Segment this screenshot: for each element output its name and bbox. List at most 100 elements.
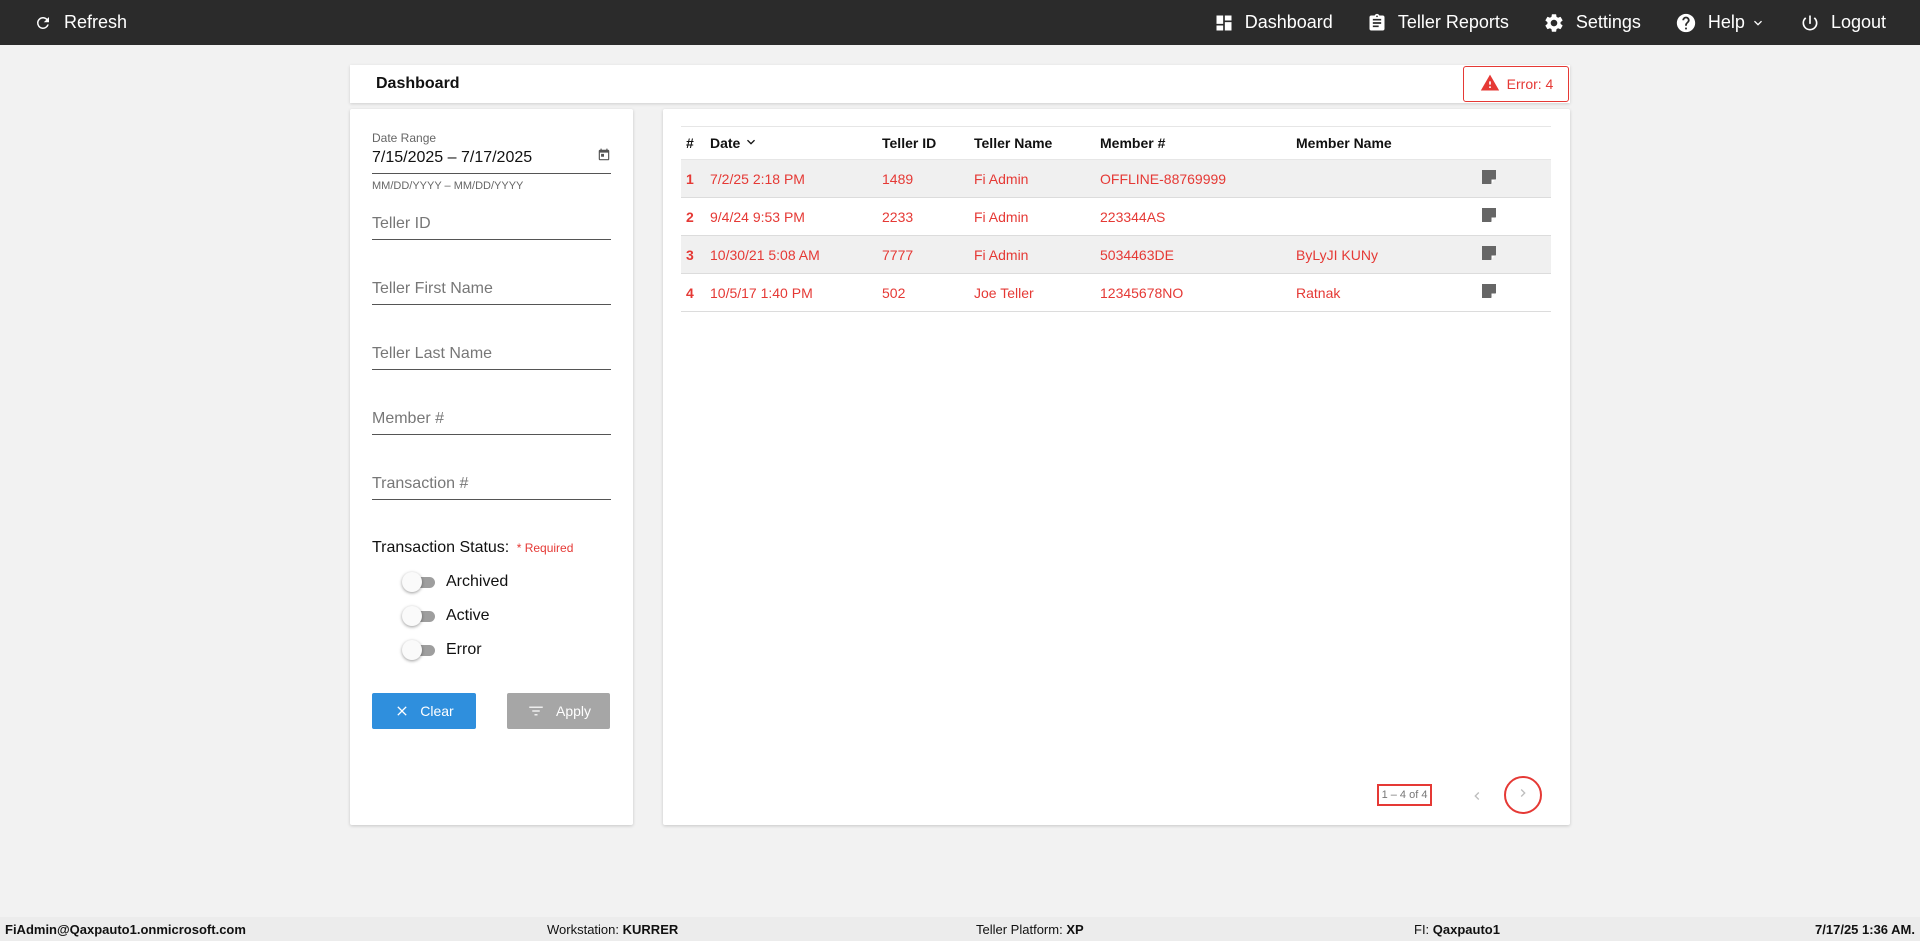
teller-last-name-input[interactable] — [372, 345, 611, 363]
date-range-label: Date Range — [372, 131, 437, 145]
table-row[interactable]: 4 10/5/17 1:40 PM 502 Joe Teller 1234567… — [681, 273, 1551, 312]
error-count-button[interactable]: Error: 4 — [1463, 66, 1569, 102]
top-navigation-bar: Refresh Dashboard Teller Reports Setting… — [0, 0, 1920, 45]
teller-last-name-field[interactable] — [372, 338, 611, 370]
column-header-teller-name[interactable]: Teller Name — [974, 126, 1100, 160]
row-member-number: OFFLINE-88769999 — [1100, 159, 1296, 198]
row-teller-name: Fi Admin — [974, 235, 1100, 274]
chevron-left-icon — [1469, 792, 1485, 809]
clear-label: Clear — [420, 703, 454, 719]
chevron-right-icon — [1515, 784, 1531, 807]
page-title: Dashboard — [376, 75, 460, 92]
row-member-number: 12345678NO — [1100, 273, 1296, 312]
table-row[interactable]: 2 9/4/24 9:53 PM 2233 Fi Admin 223344AS — [681, 197, 1551, 236]
member-number-input[interactable] — [372, 410, 611, 428]
archived-label: Archived — [446, 573, 509, 590]
toggle-archived[interactable]: Archived — [402, 572, 508, 592]
toggle-error[interactable]: Error — [402, 640, 482, 660]
previous-page-button[interactable] — [1469, 787, 1485, 810]
row-member-name: ByLyJI KUNy — [1296, 235, 1481, 274]
footer-fi-label: FI: — [1414, 922, 1430, 937]
nav-teller-reports[interactable]: Teller Reports — [1367, 12, 1509, 33]
teller-first-name-input[interactable] — [372, 280, 611, 298]
note-icon[interactable] — [1481, 283, 1497, 299]
teller-first-name-field[interactable] — [372, 273, 611, 305]
teller-id-field[interactable] — [372, 208, 611, 240]
column-header-member-number[interactable]: Member # — [1100, 126, 1296, 160]
note-icon[interactable] — [1481, 207, 1497, 223]
footer-workstation-value: KURRER — [622, 922, 679, 937]
clear-button[interactable]: Clear — [372, 693, 476, 729]
row-member-name — [1296, 197, 1481, 236]
filter-panel: Date Range 7/15/2025 – 7/17/2025 MM/DD/Y… — [350, 109, 633, 825]
column-header-date-label: Date — [710, 135, 741, 151]
nav-dashboard[interactable]: Dashboard — [1214, 12, 1333, 33]
calendar-icon[interactable] — [597, 148, 611, 167]
dashboard-icon — [1214, 13, 1234, 33]
footer-datetime-value: 7/17/25 1:36 AM. — [1815, 922, 1915, 937]
footer-user: FiAdmin@Qaxpauto1.onmicrosoft.com — [5, 922, 246, 937]
footer-platform-value: XP — [1066, 922, 1084, 937]
row-member-number: 223344AS — [1100, 197, 1296, 236]
nav-logout-label: Logout — [1830, 12, 1886, 32]
row-date: 9/4/24 9:53 PM — [710, 197, 882, 236]
row-date: 7/2/25 2:18 PM — [710, 159, 882, 198]
row-date: 10/5/17 1:40 PM — [710, 273, 882, 312]
teller-id-input[interactable] — [372, 215, 611, 233]
archived-switch[interactable] — [402, 572, 436, 592]
note-icon[interactable] — [1481, 245, 1497, 261]
table-row[interactable]: 1 7/2/25 2:18 PM 1489 Fi Admin OFFLINE-8… — [681, 159, 1551, 198]
row-teller-name: Fi Admin — [974, 197, 1100, 236]
row-teller-name: Fi Admin — [974, 159, 1100, 198]
footer-datetime: 7/17/25 1:36 AM. — [1815, 922, 1915, 937]
table-row[interactable]: 3 10/30/21 5:08 AM 7777 Fi Admin 5034463… — [681, 235, 1551, 274]
row-actions — [1481, 159, 1551, 198]
error-count-label: Error: 4 — [1506, 76, 1554, 92]
active-switch[interactable] — [402, 606, 436, 626]
nav-help-label: Help — [1707, 12, 1745, 32]
row-actions — [1481, 273, 1551, 312]
nav-logout[interactable]: Logout — [1800, 12, 1886, 33]
column-header-teller-id[interactable]: Teller ID — [882, 126, 974, 160]
nav-settings-label: Settings — [1575, 12, 1641, 32]
transaction-status-heading: Transaction Status: * Required — [372, 539, 611, 557]
note-icon[interactable] — [1481, 169, 1497, 185]
row-number: 2 — [681, 197, 710, 236]
nav-settings[interactable]: Settings — [1543, 12, 1641, 34]
date-range-value[interactable]: 7/15/2025 – 7/17/2025 — [372, 149, 532, 167]
dashboard-header: Dashboard Error: 4 — [350, 65, 1570, 103]
row-number: 1 — [681, 159, 710, 198]
row-member-name: Ratnak — [1296, 273, 1481, 312]
help-icon — [1675, 12, 1697, 34]
sort-arrow-icon — [743, 134, 759, 153]
transaction-number-field[interactable] — [372, 468, 611, 500]
row-teller-id: 502 — [882, 273, 974, 312]
transaction-number-input[interactable] — [372, 475, 611, 493]
transactions-table: # Date Teller ID Teller Name Member # Me… — [681, 126, 1551, 312]
close-icon — [394, 703, 410, 719]
row-teller-id: 7777 — [882, 235, 974, 274]
row-number: 3 — [681, 235, 710, 274]
row-actions — [1481, 235, 1551, 274]
column-header-member-name[interactable]: Member Name — [1296, 126, 1481, 160]
refresh-label: Refresh — [64, 12, 128, 32]
row-teller-name: Joe Teller — [974, 273, 1100, 312]
error-switch[interactable] — [402, 640, 436, 660]
footer-fi-value: Qaxpauto1 — [1432, 922, 1500, 937]
refresh-button[interactable]: Refresh — [34, 12, 127, 33]
nav-dashboard-label: Dashboard — [1244, 12, 1333, 32]
toggle-active[interactable]: Active — [402, 606, 490, 626]
date-range-field[interactable]: Date Range 7/15/2025 – 7/17/2025 MM/DD/Y… — [372, 131, 611, 192]
footer-fi: FI: Qaxpauto1 — [1414, 922, 1500, 937]
footer-platform-label: Teller Platform: — [976, 922, 1063, 937]
member-number-field[interactable] — [372, 403, 611, 435]
footer-platform: Teller Platform: XP — [976, 922, 1084, 937]
row-date: 10/30/21 5:08 AM — [710, 235, 882, 274]
nav-help[interactable]: Help — [1675, 12, 1766, 34]
refresh-icon — [34, 14, 52, 32]
column-header-date[interactable]: Date — [710, 126, 882, 160]
footer-workstation: Workstation: KURRER — [547, 922, 678, 937]
table-header-row: # Date Teller ID Teller Name Member # Me… — [681, 126, 1551, 160]
next-page-button[interactable] — [1504, 776, 1542, 814]
apply-button[interactable]: Apply — [507, 693, 610, 729]
